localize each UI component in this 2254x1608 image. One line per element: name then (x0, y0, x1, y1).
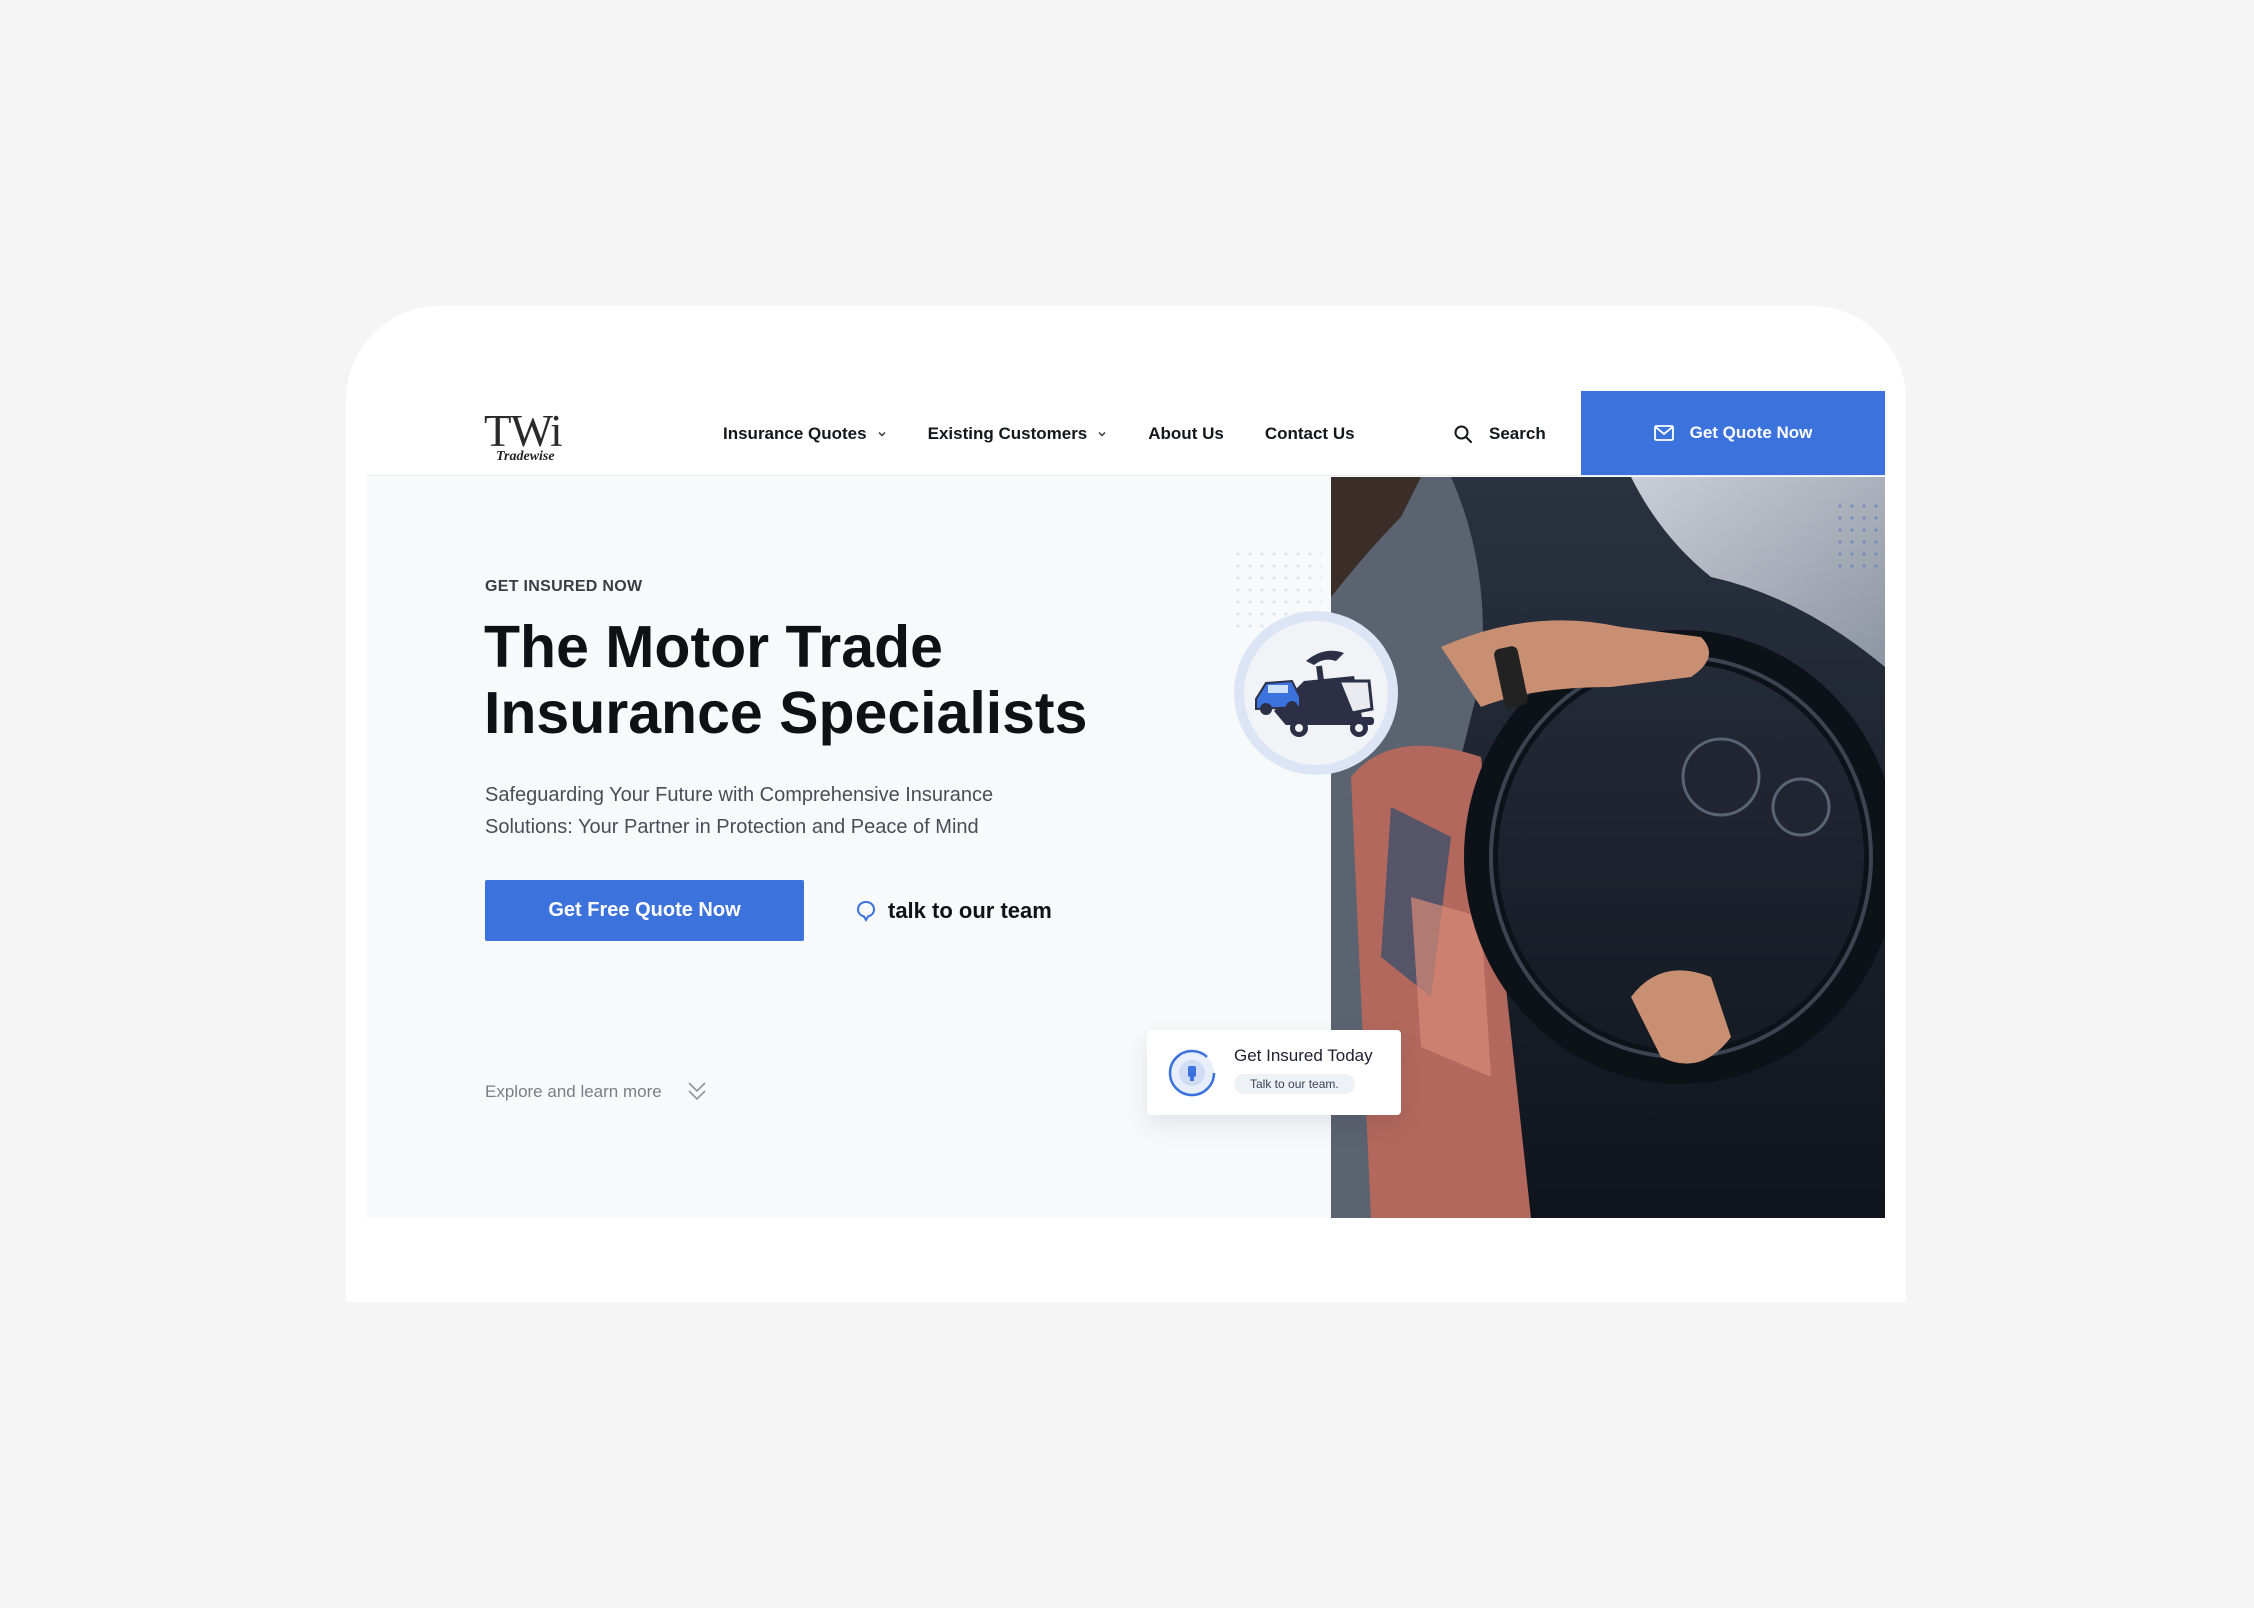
logo[interactable]: TWi Tradewise (484, 405, 574, 465)
chevron-down-icon (878, 431, 886, 436)
chevron-down-icon (1098, 431, 1106, 436)
nav-item-existing-customers[interactable]: Existing Customers (928, 424, 1108, 444)
mail-icon (1653, 425, 1674, 441)
logo-text: Tradewise (496, 449, 555, 464)
hero-eyebrow: GET INSURED NOW (485, 578, 643, 595)
hero-subtext: Safeguarding Your Future with Comprehens… (485, 784, 994, 838)
hero-headline: The Motor Trade Insurance Specialists (484, 614, 1104, 746)
talk-to-team-label: talk to our team (888, 897, 1052, 923)
talk-to-team-link[interactable]: talk to our team (856, 880, 1052, 941)
headline-line-2: Insurance Specialists (484, 680, 1088, 746)
search-icon (1454, 425, 1472, 443)
chat-bubble-icon (856, 900, 876, 922)
info-card-title: Get Insured Today (1234, 1046, 1373, 1065)
double-chevron-down-icon (688, 1082, 706, 1101)
site-header: TWi Tradewise Insurance Quotes Existing … (367, 391, 1885, 476)
main-nav: Insurance Quotes Existing Customers Abou… (723, 391, 1396, 476)
headline-line-1: The Motor Trade (484, 614, 973, 680)
nav-item-label: Contact Us (1264, 423, 1355, 443)
search-button[interactable]: Search (1453, 391, 1546, 476)
decorative-dots (1834, 500, 1884, 572)
get-quote-now-label: Get Quote Now (1689, 423, 1813, 442)
driver-photo-illustration (1331, 477, 1885, 1218)
nav-item-label: About Us (1148, 423, 1224, 443)
get-quote-now-button[interactable]: Get Quote Now (1581, 391, 1885, 475)
tow-truck-icon (1255, 650, 1374, 737)
get-insured-card[interactable]: Get Insured Today Talk to our team. (1147, 1030, 1401, 1115)
tow-truck-badge (1234, 611, 1398, 775)
nav-item-about-us[interactable]: About Us (1148, 424, 1224, 444)
explore-label: Explore and learn more (485, 1082, 662, 1101)
shield-ring-icon (1168, 1049, 1216, 1097)
nav-item-insurance-quotes[interactable]: Insurance Quotes (723, 424, 887, 444)
explore-link[interactable]: Explore and learn more (485, 1080, 708, 1104)
hero-photo (1331, 477, 1885, 1218)
nav-item-label: Existing Customers (927, 423, 1088, 443)
talk-to-team-pill[interactable]: Talk to our team. (1234, 1074, 1355, 1094)
nav-item-label: Insurance Quotes (723, 423, 867, 443)
search-label: Search (1489, 423, 1546, 443)
nav-item-contact-us[interactable]: Contact Us (1265, 424, 1355, 444)
get-free-quote-button[interactable]: Get Free Quote Now (485, 880, 804, 941)
